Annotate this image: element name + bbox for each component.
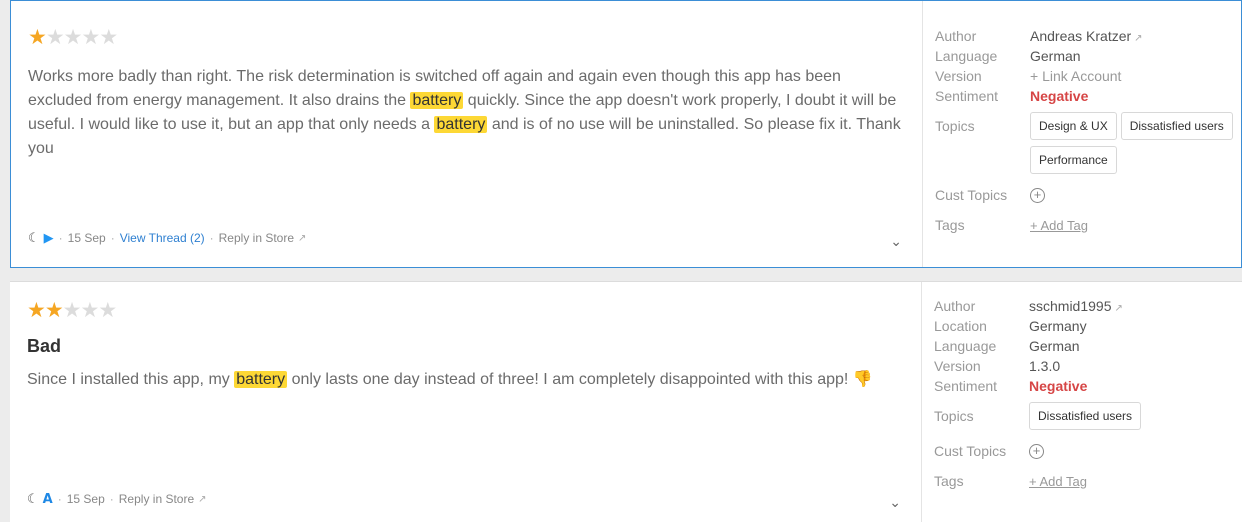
topics-list: Design & UX Dissatisfied users Performan… xyxy=(1030,112,1242,174)
review-text-segment: only lasts one day instead of three! I a… xyxy=(287,371,853,388)
google-play-icon: ▶ xyxy=(43,230,54,246)
star-icon: ★ xyxy=(81,25,100,49)
cust-topics-label: Cust Topics xyxy=(935,187,1008,203)
topic-chip[interactable]: Dissatisfied users xyxy=(1029,402,1142,430)
author-label: Author xyxy=(934,298,976,314)
review-footer: ☾ ▶ · 15 Sep · View Thread (2) · Reply i… xyxy=(28,231,306,245)
location-value: Germany xyxy=(1029,318,1087,334)
plus-circle-icon[interactable]: + xyxy=(1029,443,1044,459)
topic-chip[interactable]: Design & UX xyxy=(1030,112,1117,140)
review-footer: ☾ A · 15 Sep · Reply in Store ↗ xyxy=(27,492,207,506)
external-link-icon: ↗ xyxy=(298,232,307,244)
add-tag-link[interactable]: + Add Tag xyxy=(1030,218,1088,233)
sentiment-value: Negative xyxy=(1029,378,1088,394)
add-tag-link[interactable]: + Add Tag xyxy=(1029,474,1087,489)
review-meta-panel: Author Andreas Kratzer ↗ Language German Ve… xyxy=(923,1,1241,267)
topic-chip[interactable]: Dissatisfied users xyxy=(1120,112,1233,140)
language-value: German xyxy=(1030,48,1081,64)
topics-label: Topics xyxy=(934,408,974,424)
star-icon: ★ xyxy=(99,25,118,49)
sentiment-value: Negative xyxy=(1030,88,1089,104)
author-link[interactable]: sschmid1995 ↗ xyxy=(1029,298,1123,314)
author-name: Andreas Kratzer xyxy=(1030,28,1132,44)
thumbs-down-icon: 👎 xyxy=(852,371,873,388)
keyword-highlight: battery xyxy=(434,116,488,133)
star-rating: ★★★★★ xyxy=(27,298,117,322)
plus-circle-icon[interactable]: + xyxy=(1030,187,1045,203)
author-label: Author xyxy=(935,28,977,44)
review-card[interactable]: ★★★★★ Bad Since I installed this app, my… xyxy=(10,281,1242,522)
review-date: 15 Sep xyxy=(66,492,105,506)
keyword-highlight: battery xyxy=(234,371,288,388)
separator: · xyxy=(58,231,63,245)
author-link[interactable]: Andreas Kratzer ↗ xyxy=(1030,28,1143,44)
appfollow-icon: ☾ xyxy=(28,230,40,246)
review-text: Works more badly than right. The risk de… xyxy=(28,65,908,161)
star-icon: ★ xyxy=(44,298,64,322)
reply-in-store-link[interactable]: Reply in Store xyxy=(119,492,194,506)
appfollow-icon: ☾ xyxy=(27,491,39,507)
review-date: 15 Sep xyxy=(67,231,106,245)
star-icon: ★ xyxy=(98,298,117,322)
cust-topics-label: Cust Topics xyxy=(934,443,1007,459)
review-content: ★★★★★ Works more badly than right. The r… xyxy=(11,1,923,267)
external-link-icon: ↗ xyxy=(198,493,207,505)
author-name: sschmid1995 xyxy=(1029,298,1112,314)
version-label: Version xyxy=(934,358,981,374)
separator: · xyxy=(209,231,214,245)
topics-label: Topics xyxy=(935,118,975,134)
chevron-down-icon[interactable]: ⌄ xyxy=(890,234,902,250)
sentiment-label: Sentiment xyxy=(934,378,998,394)
topics-list: Dissatisfied users xyxy=(1029,402,1242,430)
version-label: Version xyxy=(935,68,982,84)
review-title: Bad xyxy=(27,336,62,356)
topic-chip[interactable]: Performance xyxy=(1030,146,1117,174)
star-icon: ★ xyxy=(28,25,47,49)
review-content: ★★★★★ Bad Since I installed this app, my… xyxy=(10,282,922,522)
language-label: Language xyxy=(934,338,997,354)
review-meta-panel: Author sschmid1995 ↗ Location Germany Langu… xyxy=(922,282,1242,522)
language-label: Language xyxy=(935,48,998,64)
separator: · xyxy=(110,231,115,245)
review-card[interactable]: ★★★★★ Works more badly than right. The r… xyxy=(10,0,1242,268)
separator: · xyxy=(109,492,114,506)
tags-label: Tags xyxy=(934,473,964,489)
tags-label: Tags xyxy=(935,217,965,233)
link-account-button[interactable]: + Link Account xyxy=(1030,68,1121,84)
review-text: Since I installed this app, my battery o… xyxy=(27,368,907,392)
star-rating: ★★★★★ xyxy=(28,25,118,49)
app-store-icon: A xyxy=(42,491,53,507)
chevron-down-icon[interactable]: ⌄ xyxy=(889,495,901,511)
separator: · xyxy=(57,492,62,506)
reply-in-store-link[interactable]: Reply in Store xyxy=(219,231,294,245)
star-icon: ★ xyxy=(27,298,46,322)
star-icon: ★ xyxy=(62,298,82,322)
sentiment-label: Sentiment xyxy=(935,88,999,104)
review-text-segment: Since I installed this app, my xyxy=(27,371,235,388)
star-icon: ★ xyxy=(45,25,65,49)
language-value: German xyxy=(1029,338,1080,354)
version-value: 1.3.0 xyxy=(1029,358,1061,374)
star-icon: ★ xyxy=(63,25,83,49)
external-link-icon: ↗ xyxy=(1114,303,1123,314)
view-thread-link[interactable]: View Thread (2) xyxy=(120,231,205,245)
location-label: Location xyxy=(934,318,987,334)
external-link-icon: ↗ xyxy=(1134,33,1143,44)
keyword-highlight: battery xyxy=(410,92,464,109)
star-icon: ★ xyxy=(80,298,99,322)
